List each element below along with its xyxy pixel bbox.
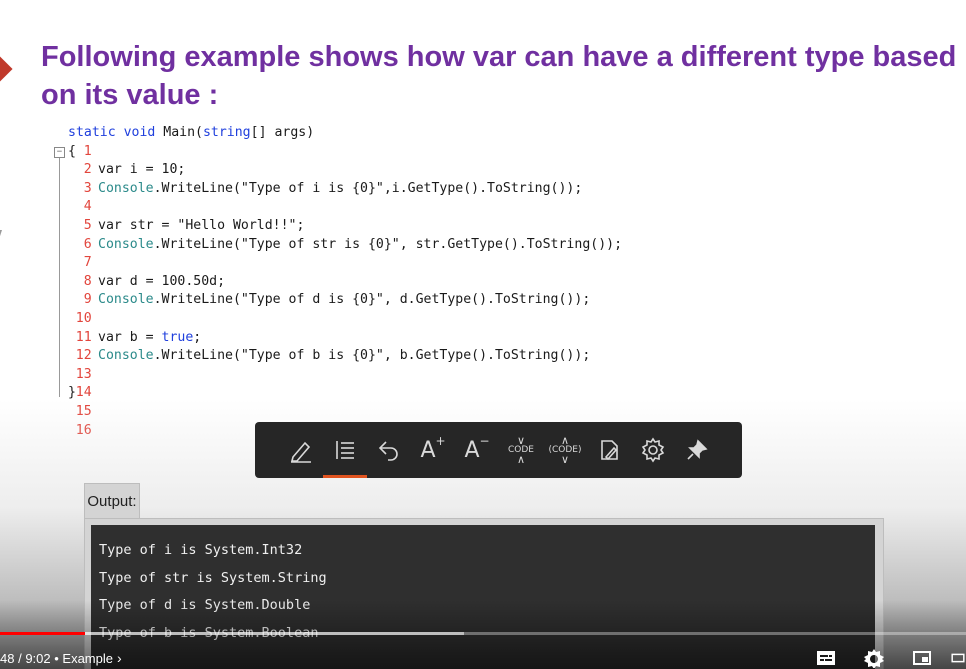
code-line-5: 5 xyxy=(20,198,720,233)
plus-icon: + xyxy=(435,434,446,448)
undo-button[interactable] xyxy=(367,430,411,470)
document-edit-icon xyxy=(601,440,618,461)
time-display: 48 / 9:02 • Example › xyxy=(0,650,122,666)
slide-title: Following example shows how var can have… xyxy=(41,38,961,114)
code-text: var b = true; xyxy=(98,329,202,345)
video-progress-bar[interactable] xyxy=(0,632,966,635)
line-number: 16 xyxy=(75,422,92,438)
output-tab[interactable]: Output: xyxy=(84,483,140,518)
slide-decorative-line xyxy=(0,230,2,430)
code-line-16: 16 xyxy=(20,403,720,438)
chevron-up-icon: ∧ xyxy=(516,453,526,466)
code-block: 1 static void Main(string[] args) 2 − { … xyxy=(20,124,720,438)
chevron-down-icon: ∨ xyxy=(516,434,526,447)
code-line-11: 11 xyxy=(20,310,720,345)
code-line-4: 4 Console.WriteLine("Type of i is {0}",i… xyxy=(20,180,720,215)
subtitles-icon xyxy=(817,651,835,665)
slide: Following example shows how var can have… xyxy=(0,0,966,669)
output-line: Type of d is System.Double xyxy=(99,597,311,613)
chevron-down-icon: ∨ xyxy=(560,453,570,466)
pencil-icon xyxy=(290,441,311,463)
slide-accent-arrow xyxy=(0,53,13,85)
code-line-9: 9 var d = 100.50d; xyxy=(20,273,720,308)
code-line-10: 10 Console.WriteLine("Type of d is {0}",… xyxy=(20,291,720,326)
chapter-title-button[interactable]: Example xyxy=(62,651,113,666)
settings-player-button[interactable] xyxy=(862,648,886,668)
gear-icon xyxy=(641,437,665,463)
copy-button[interactable] xyxy=(587,430,631,470)
slide-title-line2: on its value : xyxy=(41,79,219,111)
subtitles-button[interactable] xyxy=(814,648,838,668)
time-current: 48 xyxy=(0,651,15,666)
chevron-right-icon[interactable]: › xyxy=(117,650,122,666)
code-text: var d = 100.50d; xyxy=(98,273,226,289)
code-line-13: 13 Console.WriteLine("Type of b is {0}",… xyxy=(20,347,720,382)
minus-icon: − xyxy=(479,434,490,448)
pin-icon xyxy=(687,439,708,460)
code-toolbar: A + A − ∨ CODE ∧ ∧ (CODE) ∨ xyxy=(255,422,742,478)
video-played-bar xyxy=(0,632,86,635)
collapse-code-button[interactable]: ∨ CODE ∧ xyxy=(499,430,543,470)
code-text: Console.WriteLine("Type of str is {0}", … xyxy=(98,236,623,252)
miniplayer-icon xyxy=(913,651,931,665)
code-text: static void Main(string[] args) xyxy=(68,125,315,140)
gear-icon xyxy=(864,649,884,668)
collapse-icon[interactable]: − xyxy=(54,146,65,158)
code-text: Console.WriteLine("Type of d is {0}", d.… xyxy=(98,292,591,308)
time-total: 9:02 xyxy=(25,651,51,666)
output-line: Type of str is System.String xyxy=(99,569,327,586)
code-text: } xyxy=(68,385,76,401)
code-line-8: 8 xyxy=(20,254,720,289)
code-line-3: 3 var i = 10; xyxy=(20,161,720,196)
settings-button[interactable] xyxy=(631,430,675,470)
theater-icon xyxy=(951,653,965,663)
line-numbers-button[interactable] xyxy=(323,430,367,478)
font-decrease-button[interactable]: A − xyxy=(455,430,499,470)
font-decrease-icon: A xyxy=(464,437,480,463)
slide-title-line1: Following example shows how var can have… xyxy=(41,41,957,73)
code-text: { xyxy=(68,143,76,159)
expand-code-button[interactable]: ∧ (CODE) ∨ xyxy=(543,430,587,470)
code-line-6: 6 var str = "Hello World!!"; xyxy=(20,217,720,252)
code-line-1: 1 static void Main(string[] args) xyxy=(20,124,720,159)
chapter-separator: • xyxy=(50,651,63,666)
code-line-7: 7 Console.WriteLine("Type of str is {0}"… xyxy=(20,236,720,271)
code-line-14: 14 xyxy=(20,366,720,400)
miniplayer-button[interactable] xyxy=(910,648,934,668)
font-increase-button[interactable]: A + xyxy=(411,430,455,470)
code-text: Console.WriteLine("Type of i is {0}",i.G… xyxy=(98,180,583,196)
chevron-up-icon: ∧ xyxy=(560,434,570,447)
theater-mode-button[interactable] xyxy=(950,648,966,668)
output-line: Type of i is System.Int32 xyxy=(99,542,303,558)
time-separator: / xyxy=(14,651,26,666)
player-controls: 48 / 9:02 • Example › xyxy=(0,646,966,669)
code-text: var str = "Hello World!!"; xyxy=(98,217,305,233)
undo-icon xyxy=(378,441,398,461)
code-text: var i = 10; xyxy=(98,162,186,178)
code-line-12: 12 var b = true; xyxy=(20,329,720,364)
list-icon xyxy=(336,441,354,459)
code-line-2: 2 − { xyxy=(20,143,720,177)
font-increase-icon: A xyxy=(420,437,436,463)
code-line-15: 15 } xyxy=(20,384,720,419)
code-text: Console.WriteLine("Type of b is {0}", b.… xyxy=(98,348,591,364)
pen-tool-button[interactable] xyxy=(279,430,323,470)
pin-button[interactable] xyxy=(675,430,719,470)
